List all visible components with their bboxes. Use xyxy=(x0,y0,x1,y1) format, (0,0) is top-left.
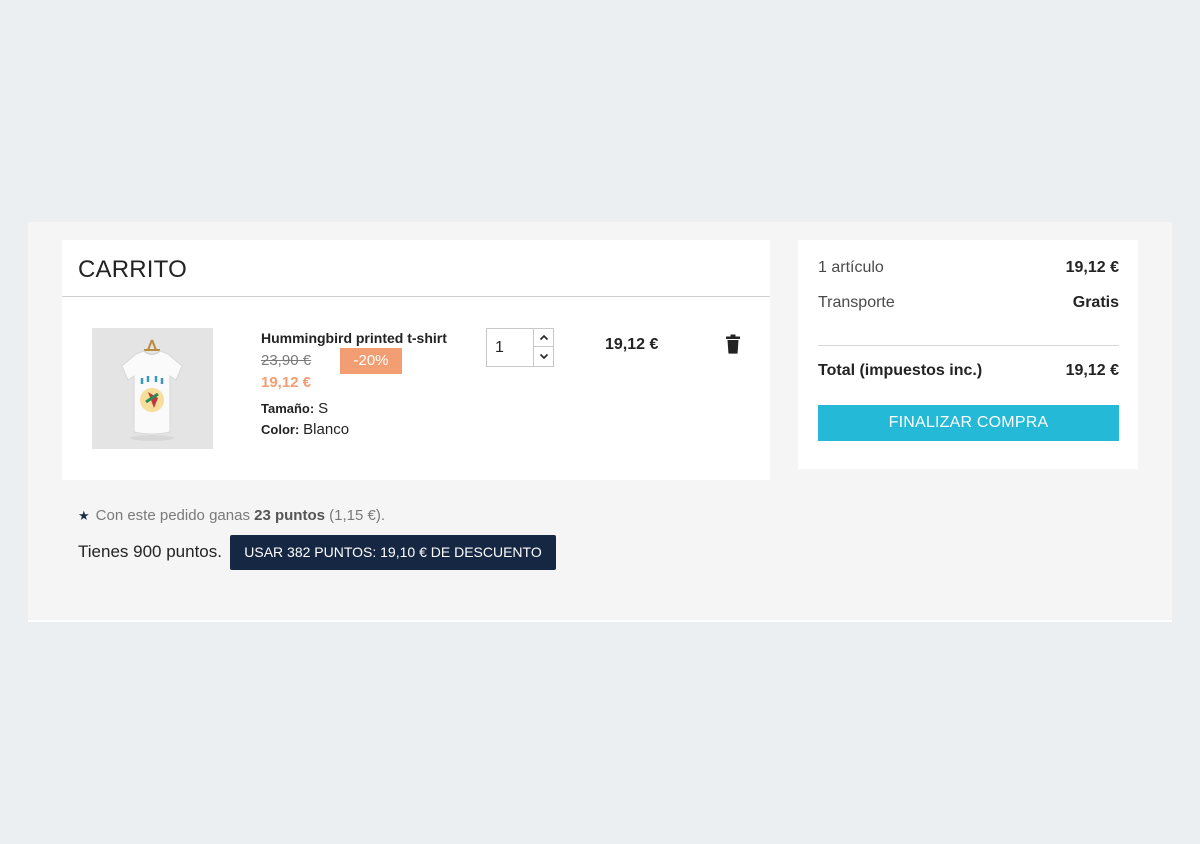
product-attribute-size: Tamaño: S xyxy=(261,400,328,417)
quantity-buttons xyxy=(533,329,554,366)
quantity-input[interactable] xyxy=(487,329,533,366)
quantity-stepper xyxy=(486,328,554,367)
cart-divider xyxy=(62,296,770,297)
summary-items-row: 1 artículo 19,12 € xyxy=(818,259,1119,277)
tshirt-image xyxy=(92,328,213,449)
cart-card: CARRITO Hummingbird printed t-shirt 23,9… xyxy=(62,240,770,480)
loyalty-points-earned: ★ Con este pedido ganas 23 puntos (1,15 €… xyxy=(78,507,385,524)
summary-shipping-label: Transporte xyxy=(818,294,895,311)
attribute-value: S xyxy=(318,400,329,417)
summary-shipping-row: Transporte Gratis xyxy=(818,294,1119,312)
use-points-button[interactable]: USAR 382 PUNTOS: 19,10 € DE DESCUENTO xyxy=(230,535,556,570)
attribute-label: Tamaño: xyxy=(261,401,315,416)
discount-badge: -20% xyxy=(340,348,402,374)
product-attribute-color: Color: Blanco xyxy=(261,421,349,438)
checkout-button[interactable]: FINALIZAR COMPRA xyxy=(818,405,1119,441)
chevron-up-icon xyxy=(539,334,549,341)
cart-title: CARRITO xyxy=(78,256,187,283)
quantity-increase-button[interactable] xyxy=(534,329,554,347)
loyalty-earn-value: (1,15 €). xyxy=(329,507,386,524)
summary-items-label: 1 artículo xyxy=(818,259,884,276)
summary-items-value: 19,12 € xyxy=(1065,259,1119,276)
attribute-label: Color: xyxy=(261,422,300,437)
discounted-price: 19,12 € xyxy=(261,374,312,391)
summary-total-label: Total (impuestos inc.) xyxy=(818,362,983,379)
cart-page: CARRITO Hummingbird printed t-shirt 23,9… xyxy=(28,222,1172,622)
chevron-down-icon xyxy=(539,353,549,359)
regular-price: 23,90 € xyxy=(261,352,312,369)
product-image[interactable] xyxy=(92,328,213,449)
summary-total-row: Total (impuestos inc.) 19,12 € xyxy=(818,362,1119,380)
cart-summary: 1 artículo 19,12 € Transporte Gratis Tot… xyxy=(798,240,1138,469)
star-icon: ★ xyxy=(78,508,90,523)
product-name[interactable]: Hummingbird printed t-shirt xyxy=(261,330,447,346)
loyalty-earn-points: 23 puntos xyxy=(254,507,325,524)
summary-total-value: 19,12 € xyxy=(1065,362,1119,379)
summary-divider xyxy=(818,345,1119,346)
loyalty-earn-prefix: Con este pedido ganas xyxy=(95,507,250,524)
loyalty-points-balance: Tienes 900 puntos. xyxy=(78,542,222,561)
trash-icon[interactable] xyxy=(725,334,741,354)
summary-shipping-value: Gratis xyxy=(1072,294,1119,311)
attribute-value: Blanco xyxy=(303,421,350,438)
quantity-decrease-button[interactable] xyxy=(534,347,554,365)
line-total-price: 19,12 € xyxy=(605,336,659,353)
